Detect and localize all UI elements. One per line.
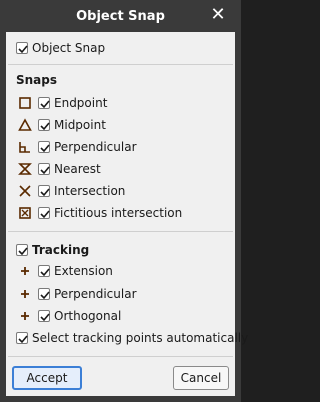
tracking-perpendicular-row[interactable]: Perpendicular <box>18 285 137 303</box>
divider <box>8 64 233 65</box>
snap-intersection-label: Intersection <box>54 184 126 198</box>
cross-icon <box>19 185 31 197</box>
tracking-toggle[interactable]: Tracking <box>16 241 89 259</box>
divider <box>8 356 233 357</box>
square-icon <box>19 97 31 109</box>
accept-button[interactable]: Accept <box>12 366 82 390</box>
snap-fictitious-intersection-label: Fictitious intersection <box>54 206 183 220</box>
divider <box>8 231 233 232</box>
tracking-label: Tracking <box>32 243 90 257</box>
snap-fictitious-intersection-checkbox[interactable] <box>38 207 50 219</box>
tracking-orthogonal-row[interactable]: Orthogonal <box>18 307 121 325</box>
close-icon[interactable]: ✕ <box>209 6 227 24</box>
tracking-extension-row[interactable]: Extension <box>18 262 113 280</box>
plus-icon <box>21 267 29 275</box>
snap-nearest-checkbox[interactable] <box>38 163 50 175</box>
plus-icon <box>21 290 29 298</box>
snap-endpoint-label: Endpoint <box>54 96 108 110</box>
perpendicular-icon <box>19 142 30 153</box>
cancel-button[interactable]: Cancel <box>173 366 229 390</box>
snap-fictitious-intersection-row[interactable]: Fictitious intersection <box>18 204 182 222</box>
snap-nearest-row[interactable]: Nearest <box>18 160 101 178</box>
snap-intersection-checkbox[interactable] <box>38 185 50 197</box>
tracking-orthogonal-label: Orthogonal <box>54 309 122 323</box>
tracking-orthogonal-checkbox[interactable] <box>38 310 50 322</box>
triangle-icon <box>18 118 32 131</box>
snap-perpendicular-label: Perpendicular <box>54 140 137 154</box>
snaps-heading: Snaps <box>16 73 58 87</box>
plus-icon <box>21 312 29 320</box>
object-snap-toggle[interactable]: Object Snap <box>16 39 105 57</box>
object-snap-label: Object Snap <box>32 41 106 55</box>
title-bar: Object Snap ✕ <box>0 0 241 32</box>
dialog-body: Object Snap Snaps Endpoint Midpoint Perp… <box>6 32 248 396</box>
snap-perpendicular-row[interactable]: Perpendicular <box>18 138 137 156</box>
snap-nearest-label: Nearest <box>54 162 101 176</box>
snap-midpoint-label: Midpoint <box>54 118 106 132</box>
tracking-checkbox[interactable] <box>16 244 28 256</box>
tracking-perpendicular-checkbox[interactable] <box>38 288 50 300</box>
hourglass-icon <box>18 163 32 175</box>
snap-perpendicular-checkbox[interactable] <box>38 141 50 153</box>
auto-select-toggle[interactable]: Select tracking points automatically <box>16 329 248 347</box>
snap-endpoint-checkbox[interactable] <box>38 97 50 109</box>
tracking-extension-checkbox[interactable] <box>38 265 50 277</box>
snap-midpoint-row[interactable]: Midpoint <box>18 116 106 134</box>
object-snap-dialog: Object Snap ✕ Object Snap Snaps Endpoint… <box>0 0 248 402</box>
snap-midpoint-checkbox[interactable] <box>38 119 50 131</box>
object-snap-checkbox[interactable] <box>16 42 28 54</box>
tracking-perpendicular-label: Perpendicular <box>54 287 137 301</box>
snap-intersection-row[interactable]: Intersection <box>18 182 125 200</box>
boxed-cross-icon <box>19 207 31 219</box>
tracking-extension-label: Extension <box>54 264 113 278</box>
dialog-title: Object Snap <box>76 9 165 24</box>
auto-select-checkbox[interactable] <box>16 332 28 344</box>
snap-endpoint-row[interactable]: Endpoint <box>18 94 107 112</box>
auto-select-label: Select tracking points automatically <box>32 331 249 345</box>
